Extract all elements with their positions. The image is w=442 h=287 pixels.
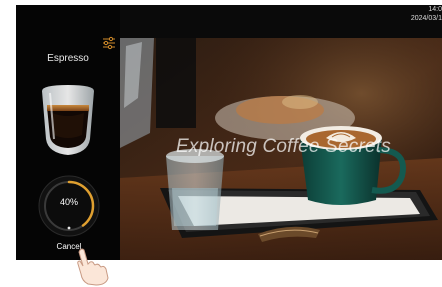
drink-title: Espresso	[47, 53, 89, 64]
settings-sliders-icon[interactable]	[102, 36, 116, 50]
hero-image: Exploring Coffee Secrets	[120, 38, 442, 260]
hero-overlay-text: Exploring Coffee Secrets	[176, 136, 391, 157]
status-bar: 14:0 2024/03/1	[411, 5, 442, 23]
status-date: 2024/03/1	[410, 15, 442, 22]
progress-percent: 40%	[59, 197, 78, 207]
pointing-hand-icon	[77, 248, 109, 286]
brew-sidebar: Espresso 40% Cancel	[16, 5, 120, 260]
espresso-glass-icon	[42, 85, 94, 155]
status-time: 14:0	[428, 6, 442, 13]
progress-dot	[67, 226, 71, 230]
touch-screen: Exploring Coffee Secrets Espresso 40% Ca…	[16, 5, 442, 260]
